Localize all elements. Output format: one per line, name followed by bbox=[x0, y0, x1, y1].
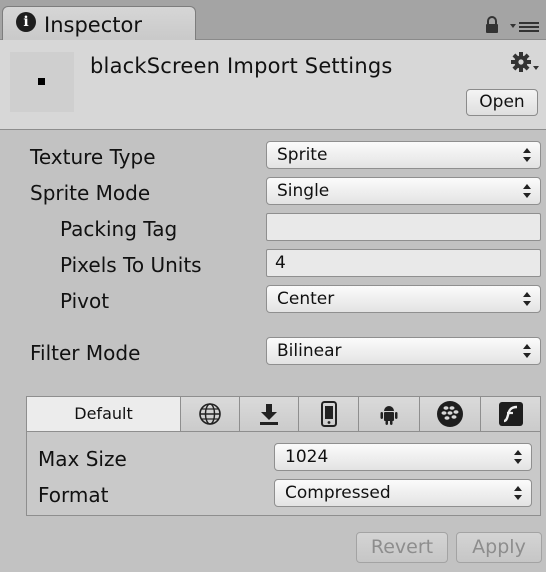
info-icon: i bbox=[16, 12, 36, 32]
android-icon bbox=[380, 406, 398, 425]
flash-icon bbox=[498, 402, 523, 426]
pivot-dropdown[interactable]: Center bbox=[266, 285, 541, 313]
page-title: blackScreen Import Settings bbox=[90, 54, 393, 78]
sprite-mode-dropdown[interactable]: Single bbox=[266, 177, 541, 205]
texture-type-value: Sprite bbox=[277, 145, 328, 165]
sprite-mode-value: Single bbox=[277, 181, 330, 201]
max-size-dropdown[interactable]: 1024 bbox=[274, 443, 532, 471]
packing-tag-field[interactable] bbox=[266, 213, 541, 241]
filter-mode-dropdown[interactable]: Bilinear bbox=[266, 337, 541, 365]
platform-tab-android[interactable] bbox=[359, 397, 420, 431]
pivot-value: Center bbox=[277, 289, 335, 309]
dropdown-arrows-icon bbox=[514, 444, 522, 470]
format-dropdown[interactable]: Compressed bbox=[274, 479, 532, 507]
platform-tab-blackberry[interactable] bbox=[420, 397, 481, 431]
dropdown-arrows-icon bbox=[514, 480, 522, 506]
texture-type-dropdown[interactable]: Sprite bbox=[266, 141, 541, 169]
dropdown-arrows-icon bbox=[523, 178, 531, 204]
gear-menu-icon[interactable] bbox=[508, 50, 542, 76]
pivot-label: Pivot bbox=[60, 289, 110, 313]
platform-tab-flash[interactable] bbox=[481, 397, 540, 431]
dropdown-arrows-icon bbox=[523, 286, 531, 312]
texture-type-label: Texture Type bbox=[30, 145, 156, 169]
platform-tab-default-label: Default bbox=[74, 404, 133, 423]
max-size-label: Max Size bbox=[38, 447, 127, 471]
pixels-to-units-field[interactable]: 4 bbox=[266, 249, 541, 277]
download-icon bbox=[260, 404, 278, 425]
apply-button[interactable]: Apply bbox=[456, 532, 542, 563]
packing-tag-label: Packing Tag bbox=[60, 217, 178, 241]
panel-menu-icon[interactable] bbox=[510, 20, 540, 34]
texture-preview-pixel bbox=[38, 78, 45, 85]
max-size-value: 1024 bbox=[285, 447, 329, 467]
filter-mode-label: Filter Mode bbox=[30, 341, 141, 365]
blackberry-icon bbox=[437, 401, 463, 427]
format-value: Compressed bbox=[285, 483, 391, 503]
platform-tab-web[interactable] bbox=[181, 397, 240, 431]
revert-button[interactable]: Revert bbox=[356, 532, 448, 563]
open-button[interactable]: Open bbox=[466, 89, 538, 116]
sprite-mode-label: Sprite Mode bbox=[30, 181, 151, 205]
platform-tab-ios[interactable] bbox=[299, 397, 359, 431]
platform-tab-default[interactable]: Default bbox=[27, 397, 181, 431]
web-globe-icon bbox=[199, 403, 221, 425]
phone-icon bbox=[320, 401, 337, 427]
format-label: Format bbox=[38, 483, 109, 507]
filter-mode-value: Bilinear bbox=[277, 341, 342, 361]
dropdown-arrows-icon bbox=[523, 142, 531, 168]
tab-inspector-label: Inspector bbox=[44, 13, 142, 37]
dropdown-arrows-icon bbox=[523, 338, 531, 364]
pixels-to-units-label: Pixels To Units bbox=[60, 253, 202, 277]
platform-tab-standalone[interactable] bbox=[240, 397, 299, 431]
lock-icon[interactable] bbox=[485, 16, 499, 34]
